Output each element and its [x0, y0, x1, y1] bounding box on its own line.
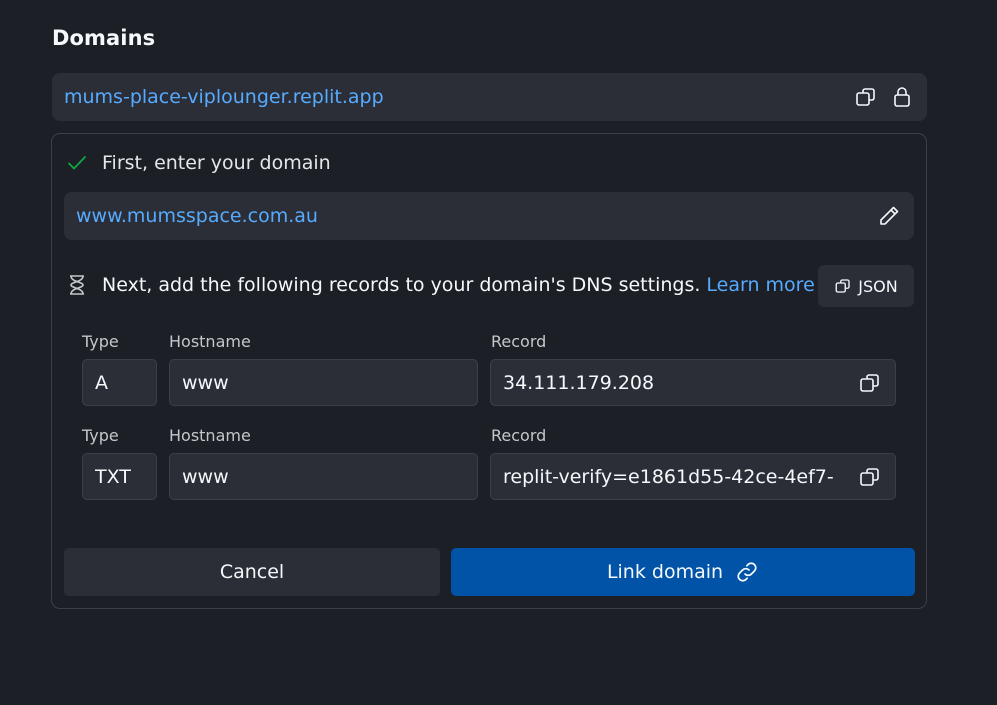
cancel-button[interactable]: Cancel [64, 548, 440, 596]
domain-input[interactable]: www.mumsspace.com.au [64, 192, 914, 240]
record-hostname-cell: www [169, 359, 478, 406]
json-button-label: JSON [858, 276, 898, 296]
copy-icon[interactable] [853, 84, 879, 110]
domain-input-value[interactable]: www.mumsspace.com.au [76, 205, 876, 227]
record-type-cell: TXT [82, 453, 157, 500]
record-type-cell: A [82, 359, 157, 406]
record-value[interactable]: replit-verify=e1861d55-42ce-4ef7- [503, 466, 849, 488]
record-type-header: Type [82, 426, 119, 445]
record-type-header: Type [82, 332, 119, 351]
record-type-value: TXT [95, 465, 131, 488]
record-value-header: Record [491, 426, 547, 445]
lock-icon[interactable] [889, 84, 915, 110]
domains-page: Domains mums-place-viplounger.replit.app… [0, 0, 997, 705]
record-hostname-header: Hostname [169, 426, 251, 445]
json-button[interactable]: JSON [818, 265, 914, 307]
record-value-header: Record [491, 332, 547, 351]
existing-domain-url[interactable]: mums-place-viplounger.replit.app [64, 86, 853, 108]
link-domain-button[interactable]: Link domain [451, 548, 915, 596]
record-value-cell: replit-verify=e1861d55-42ce-4ef7- [490, 453, 896, 500]
step-dns-records-label: Next, add the following records to your … [102, 274, 701, 296]
step-enter-domain-label: First, enter your domain [102, 152, 331, 174]
record-hostname-cell: www [169, 453, 478, 500]
hourglass-icon [65, 273, 89, 297]
link-icon [737, 562, 757, 582]
link-domain-button-label: Link domain [606, 561, 724, 583]
cancel-button-label: Cancel [219, 561, 285, 583]
existing-domain-row: mums-place-viplounger.replit.app [52, 73, 927, 121]
record-hostname-value[interactable]: www [182, 372, 465, 394]
record-value[interactable]: 34.111.179.208 [503, 372, 849, 394]
learn-more-link[interactable]: Learn more [706, 274, 814, 296]
record-value-cell: 34.111.179.208 [490, 359, 896, 406]
check-icon [65, 151, 89, 175]
step-dns-records: Next, add the following records to your … [65, 273, 815, 297]
record-hostname-header: Hostname [169, 332, 251, 351]
step-enter-domain: First, enter your domain [65, 151, 331, 175]
custom-domain-panel: First, enter your domain www.mumsspace.c… [51, 133, 927, 609]
record-hostname-value[interactable]: www [182, 466, 465, 488]
copy-icon[interactable] [857, 370, 883, 396]
pencil-icon[interactable] [876, 203, 902, 229]
section-title: Domains [52, 26, 156, 50]
record-type-value: A [95, 371, 108, 394]
copy-icon[interactable] [857, 464, 883, 490]
copy-icon [835, 279, 850, 293]
